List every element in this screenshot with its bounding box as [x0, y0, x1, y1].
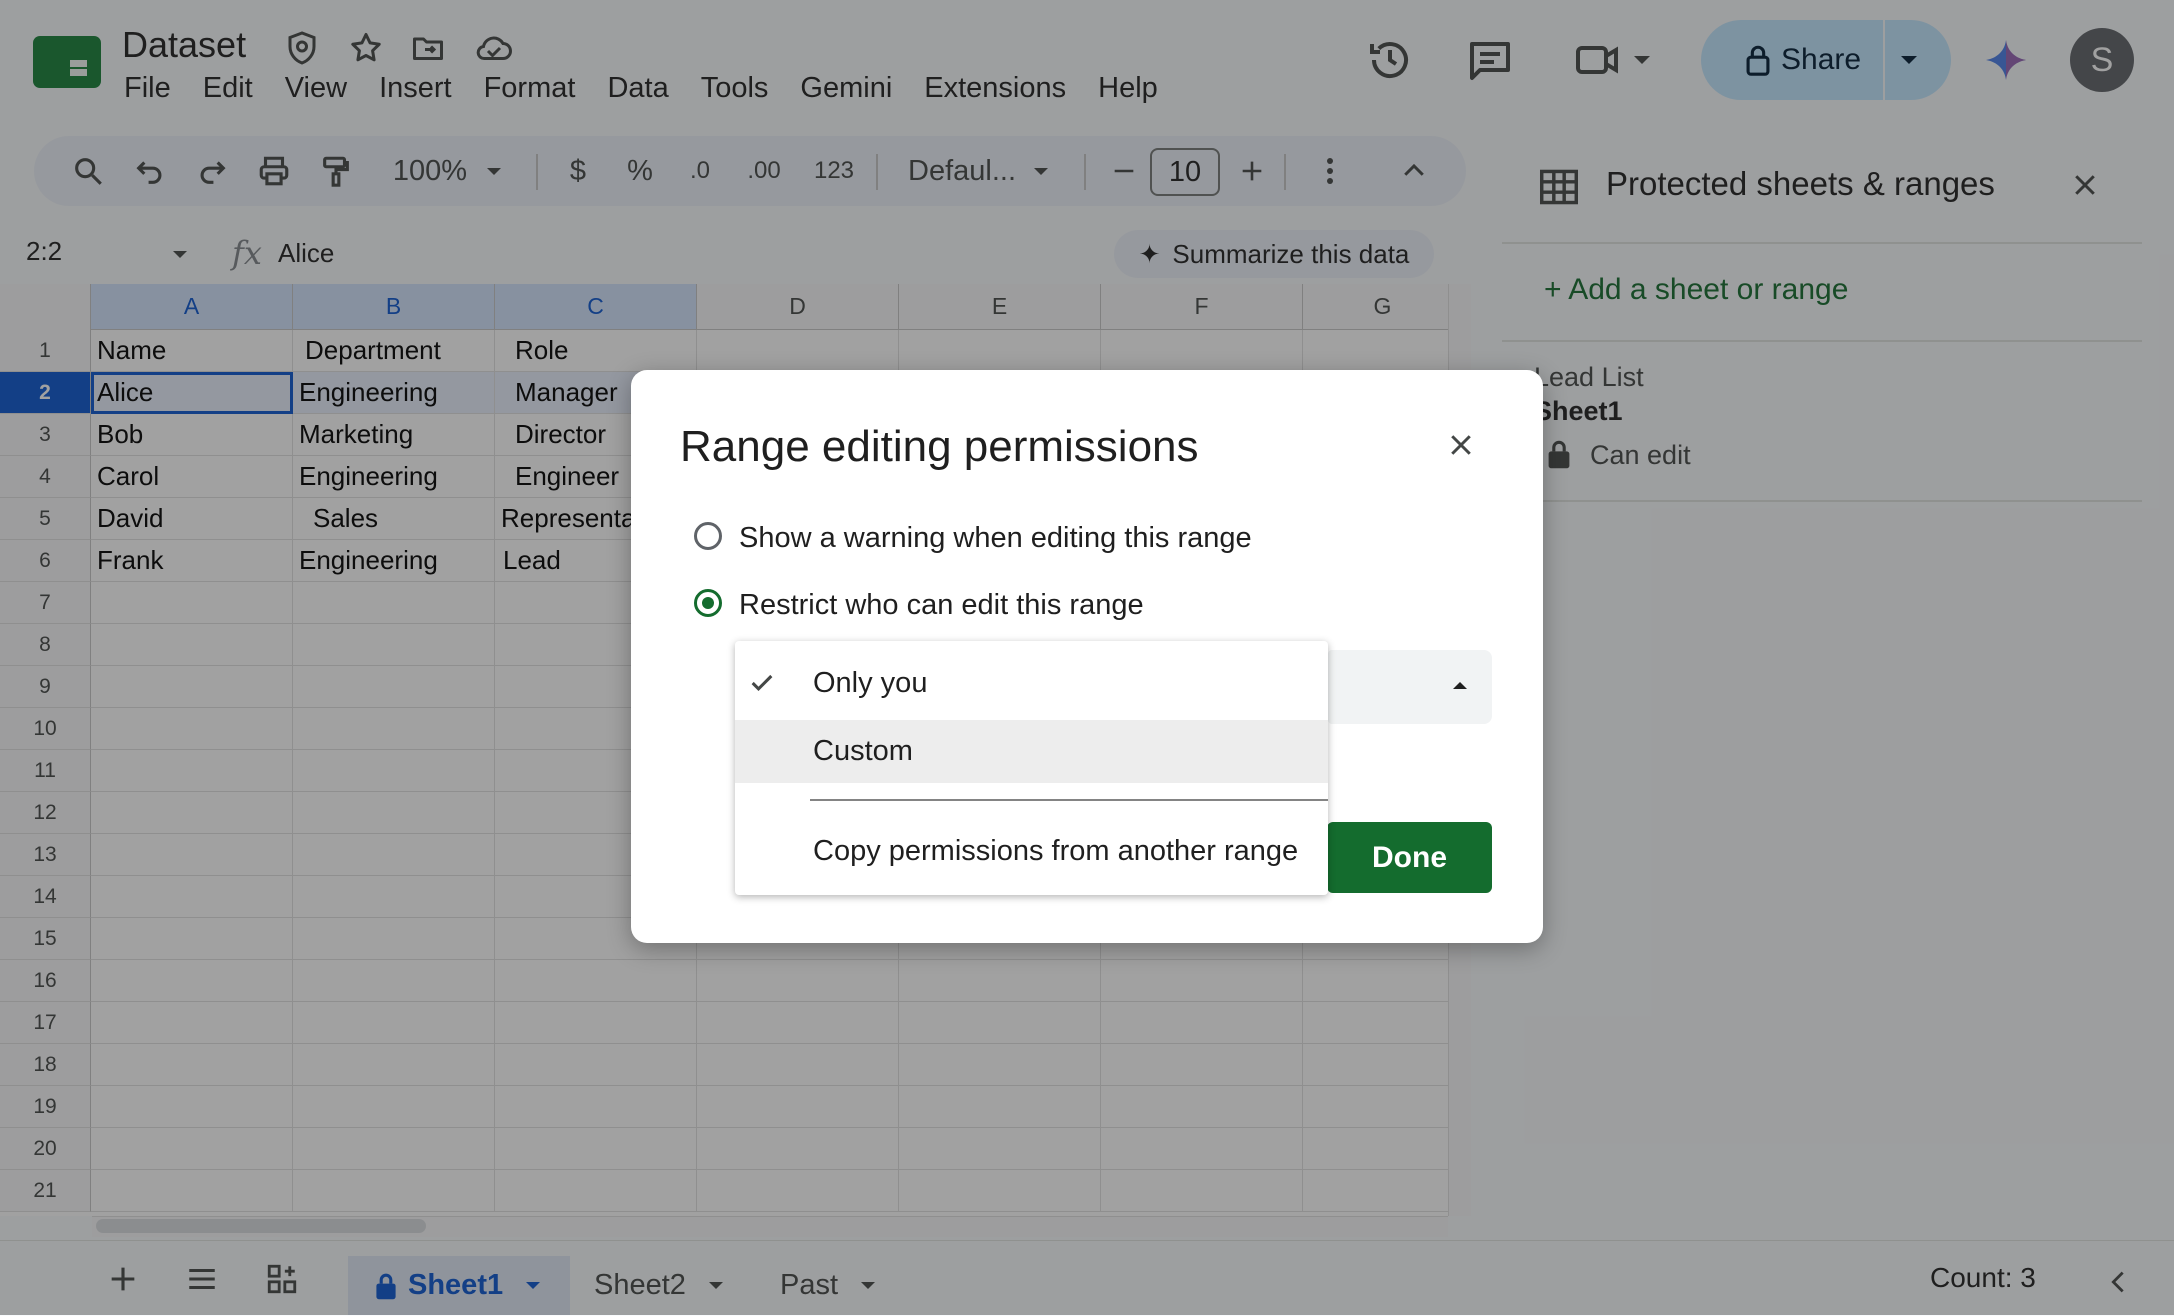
chevron-up-icon[interactable] — [1450, 678, 1470, 692]
menu-item-label: Copy permissions from another range — [813, 834, 1299, 867]
permission-dropdown-menu: Only you Custom Copy permissions from an… — [735, 641, 1328, 895]
menu-item-label: Only you — [813, 666, 928, 699]
dialog-title: Range editing permissions — [680, 422, 1199, 471]
menu-item-only-you[interactable]: Only you — [735, 651, 1328, 715]
check-icon — [747, 669, 777, 697]
done-button[interactable]: Done — [1327, 822, 1492, 893]
restrict-option-label[interactable]: Restrict who can edit this range — [739, 589, 1144, 622]
close-dialog-icon[interactable] — [1446, 430, 1476, 460]
menu-item-custom[interactable]: Custom — [735, 720, 1328, 783]
menu-item-label: Custom — [813, 735, 913, 767]
restrict-radio[interactable] — [694, 589, 722, 617]
menu-divider — [810, 799, 1328, 801]
warning-radio[interactable] — [694, 522, 722, 550]
menu-item-copy-permissions[interactable]: Copy permissions from another range — [735, 819, 1328, 883]
warning-option-label[interactable]: Show a warning when editing this range — [739, 522, 1252, 555]
